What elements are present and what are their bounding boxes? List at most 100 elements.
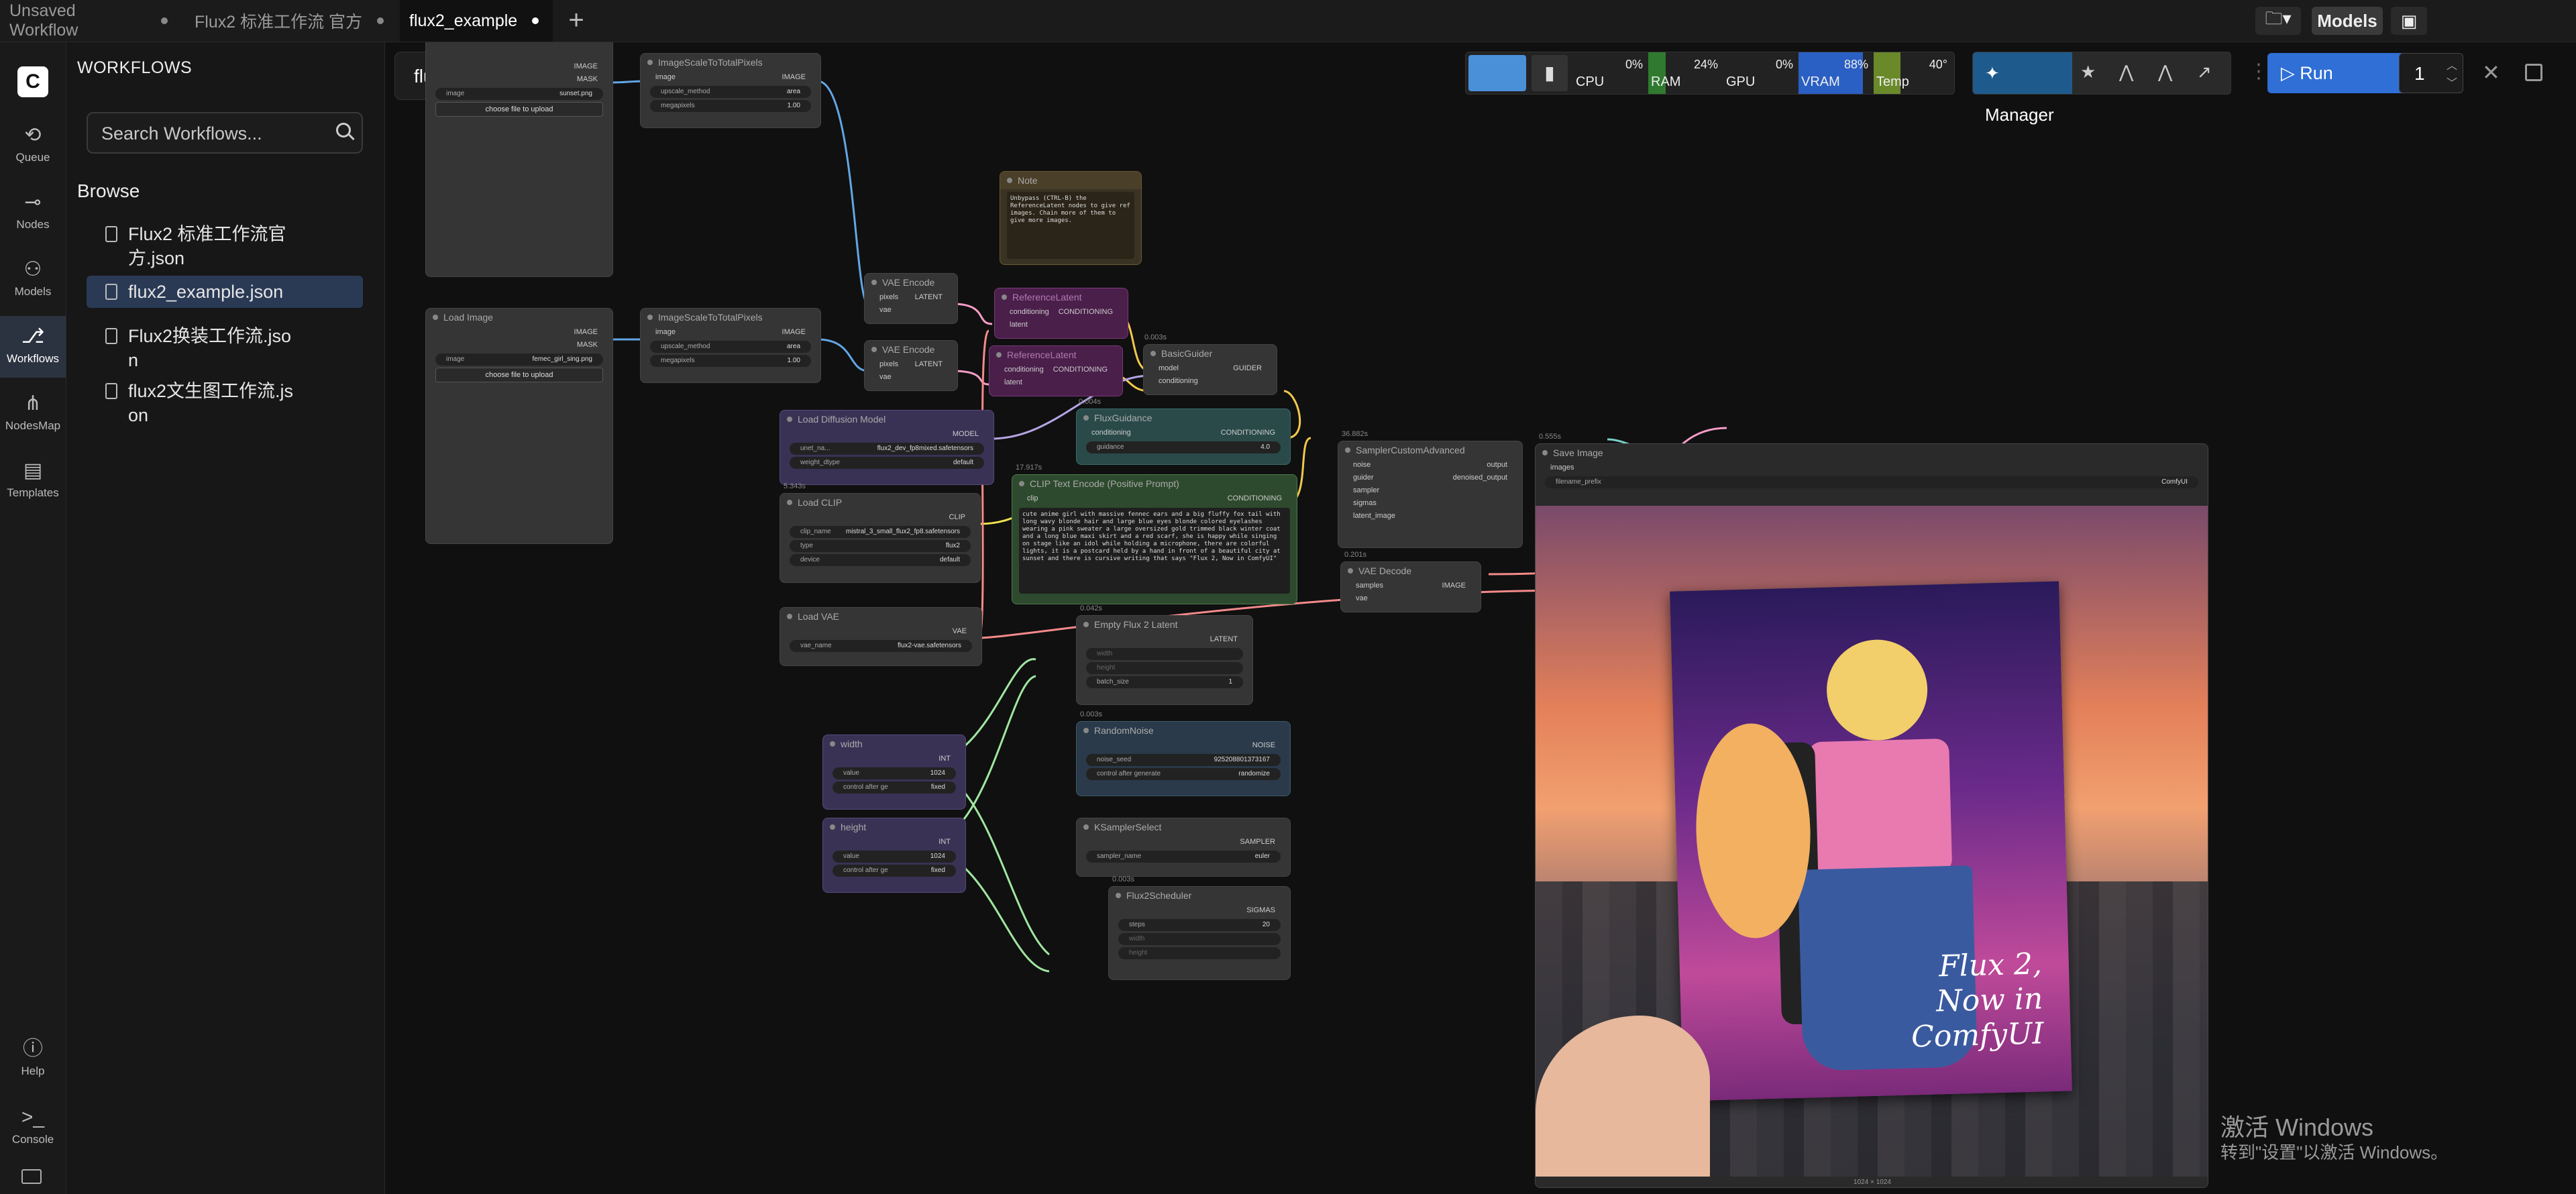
fullscreen-icon[interactable] — [2525, 64, 2542, 81]
rail-item-help[interactable]: ⓘ Help — [0, 1028, 66, 1090]
keyboard-icon[interactable] — [21, 1169, 42, 1184]
node-flux-guidance[interactable]: FluxGuidance conditioning CONDITIONING gu… — [1076, 409, 1291, 465]
node-flux2-scheduler[interactable]: Flux2Scheduler SIGMAS steps 20 width heig… — [1108, 886, 1291, 980]
node-image-scale[interactable]: ImageScaleToTotalPixels image IMAGE upsca… — [640, 53, 821, 128]
rail-item-queue[interactable]: ⟲ Queue — [0, 115, 66, 176]
crystools-logo-icon[interactable] — [1468, 55, 1526, 91]
control-after-generate-widget[interactable]: control after generate randomize — [1086, 768, 1281, 780]
node-image-scale[interactable]: ImageScaleToTotalPixels image IMAGE upsca… — [640, 308, 821, 383]
node-vae-decode[interactable]: VAE Decode samples IMAGE vae — [1340, 561, 1481, 612]
clip-type-widget[interactable]: type flux2 — [790, 540, 971, 552]
node-load-vae[interactable]: Load VAE VAE vae_name flux2-vae.safetenso… — [780, 607, 982, 666]
node-random-noise[interactable]: RandomNoise NOISE noise_seed 925208801373… — [1076, 721, 1291, 796]
rail-item-models[interactable]: ⚇ Models — [0, 249, 66, 311]
node-width-primitive[interactable]: width INT value 1024 control after ge fixe… — [822, 735, 966, 810]
generated-image-preview[interactable]: Flux 2, Now in ComfyUI — [1536, 506, 2208, 1177]
control-after-generate-widget[interactable]: control after ge fixed — [833, 781, 956, 794]
workflow-file-item[interactable]: Flux2换装工作流.json — [87, 320, 363, 376]
search-icon[interactable] — [336, 123, 351, 138]
search-input[interactable] — [100, 120, 324, 147]
character-head — [1825, 638, 1929, 742]
models-button[interactable]: Models — [2312, 7, 2383, 35]
vae-name-widget[interactable]: vae_name flux2-vae.safetensors — [790, 640, 972, 652]
node-clip-text-encode[interactable]: CLIP Text Encode (Positive Prompt) clip C… — [1012, 474, 1297, 604]
control-after-generate-widget[interactable]: control after ge fixed — [833, 865, 956, 877]
bookmark-icon[interactable]: ▮ — [1532, 55, 1568, 91]
node-graph-canvas[interactable]: flux2_example IMAGE MASK imagesunset.png… — [385, 42, 2576, 1194]
node-load-image[interactable]: Load Image IMAGE MASK image femec_girl_si… — [425, 308, 613, 544]
clip-name-widget[interactable]: clip_name mistral_3_small_flux2_fp8.safet… — [790, 526, 971, 538]
guidance-widget[interactable]: guidance 4.0 — [1086, 441, 1281, 453]
tab-flux2-standard[interactable]: Flux2 标准工作流 官方 — [185, 0, 394, 42]
node-vae-encode[interactable]: VAE Encode pixels LATENT vae — [864, 340, 958, 391]
upscale-method-widget[interactable]: upscale_method area — [650, 341, 811, 353]
width-widget-linked[interactable]: width — [1086, 648, 1243, 660]
comfy-logo-icon[interactable]: C — [17, 66, 48, 97]
device-widget[interactable]: device default — [790, 554, 971, 566]
node-reference-latent-bypassed[interactable]: ReferenceLatent conditioning CONDITIONING… — [989, 345, 1123, 396]
batch-count-stepper[interactable]: 1 ︿ ﹀ — [2399, 53, 2463, 93]
tab-flux2-example[interactable]: flux2_example — [400, 0, 553, 42]
temp-meter: Temp 40° — [1874, 52, 1951, 94]
node-empty-flux2-latent[interactable]: Empty Flux 2 Latent LATENT width height … — [1076, 615, 1253, 705]
tab-unsaved-workflow[interactable]: Unsaved Workflow — [0, 0, 177, 42]
upscale-method-widget[interactable]: upscale_method area — [650, 86, 811, 98]
noise-seed-widget[interactable]: noise_seed 925208801373167 — [1086, 754, 1281, 766]
batch-size-widget[interactable]: batch_size 1 — [1086, 676, 1243, 688]
file-name: Flux2 标准工作流官方.json — [128, 224, 286, 268]
width-widget-linked[interactable]: width — [1118, 933, 1281, 945]
value-widget[interactable]: value 1024 — [833, 851, 956, 863]
model-alt-icon[interactable]: ⋀ — [2158, 62, 2172, 83]
prompt-textarea[interactable]: cute anime girl with massive fennec ears… — [1019, 508, 1290, 594]
workflow-file-item[interactable]: flux2文生图工作流.json — [87, 375, 363, 431]
close-icon[interactable]: ✕ — [2482, 60, 2500, 85]
decrement-icon[interactable]: ﹀ — [2447, 74, 2457, 90]
megapixels-widget[interactable]: megapixels 1.00 — [650, 100, 811, 112]
save-disk-icon[interactable]: ▣ — [2391, 7, 2427, 35]
upload-button[interactable]: choose file to upload — [435, 368, 603, 382]
node-sampler-custom-advanced[interactable]: SamplerCustomAdvanced noise output guider… — [1338, 441, 1523, 548]
increment-icon[interactable]: ︿ — [2447, 56, 2457, 72]
star-icon[interactable]: ★ — [2080, 62, 2096, 83]
rail-item-templates[interactable]: ▤ Templates — [0, 450, 66, 512]
rail-item-nodesmap[interactable]: ⋔ NodesMap — [0, 383, 66, 445]
height-widget-linked[interactable]: height — [1118, 947, 1281, 959]
steps-widget[interactable]: steps 20 — [1118, 919, 1281, 931]
megapixels-widget[interactable]: megapixels 1.00 — [650, 355, 811, 367]
node-vae-encode[interactable]: VAE Encode pixels LATENT vae — [864, 273, 958, 324]
run-button[interactable]: ▷ Run — [2267, 53, 2388, 93]
node-basic-guider[interactable]: BasicGuider model GUIDER conditioning — [1143, 344, 1277, 395]
node-load-image[interactable]: IMAGE MASK image sunset.png choose file t… — [425, 42, 613, 277]
image-widget[interactable]: image sunset.png — [435, 88, 603, 100]
model-icon[interactable]: ⋀ — [2119, 62, 2133, 83]
rail-label: Models — [14, 285, 52, 298]
rail-item-workflows[interactable]: ⎇ Workflows — [0, 316, 66, 378]
note-text[interactable]: Unbypass (CTRL-B) the ReferenceLatent no… — [1007, 192, 1134, 259]
rail-item-console[interactable]: >_ Console — [0, 1097, 66, 1158]
link-image — [817, 338, 869, 372]
drag-handle-icon[interactable]: ⋮ — [2249, 60, 2269, 83]
node-height-primitive[interactable]: height INT value 1024 control after ge fix… — [822, 818, 966, 893]
height-widget-linked[interactable]: height — [1086, 662, 1243, 674]
unet-name-widget[interactable]: unet_na... flux2_dev_fp8mixed.safetensors — [790, 443, 984, 455]
workflow-file-item[interactable]: Flux2 标准工作流官方.json — [87, 218, 363, 274]
sampler-name-widget[interactable]: sampler_name euler — [1086, 851, 1281, 863]
node-save-image[interactable]: Save Image images filename_prefix ComfyUI… — [1535, 443, 2208, 1188]
node-note[interactable]: Note Unbypass (CTRL-B) the ReferenceLate… — [1000, 171, 1142, 265]
rail-item-nodes[interactable]: ⊸ Nodes — [0, 182, 66, 243]
workflow-search[interactable] — [87, 112, 363, 154]
node-load-diffusion-model[interactable]: Load Diffusion Model MODEL unet_na... flu… — [780, 410, 994, 485]
node-reference-latent-bypassed[interactable]: ReferenceLatent conditioning CONDITIONING… — [994, 288, 1128, 339]
value-widget[interactable]: value 1024 — [833, 767, 956, 779]
workflow-file-item-active[interactable]: flux2_example.json — [87, 276, 363, 308]
upload-button[interactable]: choose file to upload — [435, 102, 603, 117]
share-icon[interactable]: ↗ — [2197, 62, 2212, 83]
node-load-clip[interactable]: Load CLIP CLIP clip_name mistral_3_small_… — [780, 493, 981, 583]
weight-dtype-widget[interactable]: weight_dtype default — [790, 457, 984, 469]
folder-menu-button[interactable]: 🗀▾ — [2255, 7, 2301, 35]
node-ksampler-select[interactable]: KSamplerSelect SAMPLER sampler_name euler — [1076, 818, 1291, 877]
filename-prefix-widget[interactable]: filename_prefix ComfyUI — [1545, 476, 2198, 488]
manager-button[interactable]: ✦ Manager — [1973, 52, 2072, 125]
add-tab-plus-icon[interactable]: + — [561, 5, 592, 36]
image-widget[interactable]: image femec_girl_sing.png — [435, 354, 603, 366]
